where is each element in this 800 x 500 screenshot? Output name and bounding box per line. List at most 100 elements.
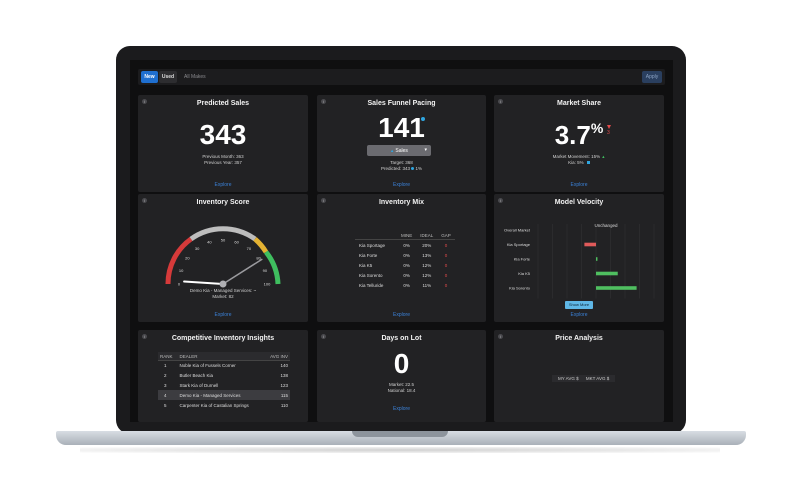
gauge-tick-label: 40 [207,240,212,245]
kia-share-text: Kia: 5% [568,160,584,165]
funnel-stage-select[interactable]: ▲ Sales ▾ [367,145,431,156]
mix-col-mine: MINE [397,232,417,240]
gauge-needle-market [222,258,263,285]
show-more-button[interactable]: Show More [565,301,593,309]
mix-model: Kia Telluride [359,283,384,289]
velocity-bar [584,242,596,247]
comp-dealer: Noble Kia of Fussels Corner [179,363,236,369]
apply-button[interactable]: Apply [642,71,662,83]
velocity-category-label: Kia K5 [518,271,531,276]
mix-col-gap: GAP [437,232,455,240]
card-title: Price Analysis [555,335,603,342]
mix-gap: 0 [444,273,448,279]
mix-model: Kia Sportage [359,242,386,248]
model-velocity-card: i Model Velocity Unchanged Overall Marke… [494,194,664,322]
card-title: Sales Funnel Pacing [367,100,436,107]
model-velocity-chart: Unchanged Overall Market Kia Sportage Kia … [504,223,655,299]
velocity-bar [596,257,598,261]
makes-search-input[interactable]: All Makes [181,71,397,83]
legend-mkt-avg: MKT AVG $ [585,376,610,381]
gauge-tick-label: 90 [263,268,268,273]
table-row: Kia K5 0% 12% 0 [355,260,455,270]
velocity-bar [596,271,618,276]
mix-mine: 0% [403,252,410,258]
velocity-category-label: Overall Market [504,228,531,233]
table-row: Kia Telluride 0% 11% 0 [355,281,455,291]
comp-rank: 5 [164,402,167,408]
down-arrow-icon [607,125,611,129]
funnel-stage-value: Sales [395,148,408,154]
chevron-down-icon: ▾ [424,147,427,153]
market-share-change: 3 [607,130,610,136]
mix-ideal: 12% [422,273,432,279]
up-arrow-icon: ▲ [601,154,606,159]
explore-link[interactable]: Explore [317,406,486,412]
comp-rank: 3 [164,382,167,388]
funnel-predicted: Predicted: 343 1% [317,166,486,172]
gauge-market: Market: 82 [212,294,234,299]
gauge-tick-label: 50 [221,238,226,243]
mix-ideal: 11% [422,283,432,289]
filter-bar: New Used All Makes Apply [138,69,665,85]
explore-link[interactable]: Explore [317,312,486,318]
card-title: Competitive Inventory Insights [171,335,275,342]
explore-link[interactable]: Explore [317,182,486,188]
table-row: 1 Noble Kia of Fussels Corner 140 [158,361,290,371]
gauge-arc-green [263,250,281,285]
mix-model: Kia K5 [359,262,373,268]
market-share-unit: % [590,120,604,136]
mix-gap: 0 [444,242,448,248]
explore-link[interactable]: Explore [138,312,308,318]
card-title: Inventory Score [196,199,250,206]
gauge-tick-label: 30 [195,246,200,251]
funnel-predicted-text: Predicted: 343 [380,166,410,171]
mix-model: Kia Forte [359,252,378,258]
inventory-score-card: i Inventory Score 0 10 20 30 40 50 60 70 80 90 100… [138,194,308,322]
mix-mine: 0% [403,242,410,248]
comp-avg: 140 [280,363,288,369]
mix-col-model [355,232,398,240]
market-share-number: 3.7 [554,120,591,150]
market-movement-text: Market Movement: 15% [552,154,601,159]
comp-dealer: Butler Beach Kia [179,373,214,379]
explore-link[interactable]: Explore [494,312,664,318]
unchanged-label: Unchanged [594,223,618,228]
inventory-mix-table: MINE IDEAL GAP Kia Sportage 0% 20% 0 Kia Fo… [355,232,455,291]
mix-col-ideal: IDEAL [416,232,438,240]
competitive-insights-card: i Competitive Inventory Insights RANK DE… [138,330,308,422]
gauge-tick-label: 0 [178,282,181,287]
mix-ideal: 13% [422,252,432,258]
price-analysis-card: i Price Analysis MY AVG $ MKT AVG $ [494,330,664,422]
explore-link[interactable]: Explore [138,182,308,188]
velocity-category-label: Kia Sorento [509,286,531,291]
comp-col-rank: RANK [158,352,178,361]
card-title: Model Velocity [554,199,604,206]
velocity-category-label: Kia Forte [514,257,531,262]
days-on-lot-value: 0 [393,348,410,379]
new-toggle[interactable]: New [141,71,158,83]
gauge-tick-label: 20 [185,256,190,261]
mix-mine: 0% [403,273,410,279]
mix-ideal: 20% [422,242,432,248]
predicted-sales-value: 343 [199,119,247,150]
kia-legend-icon [586,161,590,165]
used-toggle[interactable]: Used [159,71,177,83]
funnel-predicted-pct: 1% [415,166,423,171]
sales-funnel-card: i Sales Funnel Pacing 141 ▲ Sales ▾ Targ… [317,95,486,192]
velocity-category-label: Kia Sportage [507,242,531,247]
market-share-value: 3.7% [494,120,664,151]
comp-avg: 138 [280,373,288,379]
laptop-shadow [80,447,720,453]
comp-rank: 1 [164,363,167,369]
explore-link[interactable]: Explore [494,182,664,188]
mix-mine: 0% [403,283,410,289]
gauge-hub [219,280,227,288]
velocity-categories: Overall Market Kia Sportage Kia Forte Kia K… [504,228,531,291]
table-row: Kia Sorento 0% 12% 0 [355,271,455,281]
mix-ideal: 12% [422,262,432,268]
comp-rank: 2 [164,373,167,379]
laptop-notch [352,431,448,437]
predicted-dot-icon [411,167,415,171]
comp-dealer: Demo Kia - Managed Services [177,390,265,401]
comp-avg: 115 [264,390,290,401]
